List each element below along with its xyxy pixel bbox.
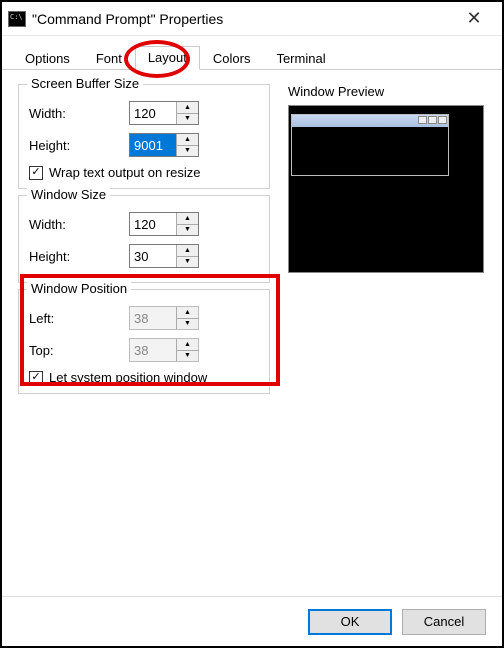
label-pos-left: Left: — [29, 311, 129, 326]
cancel-button[interactable]: Cancel — [402, 609, 486, 635]
spin-up-icon[interactable]: ▲ — [177, 245, 198, 257]
input-pos-top — [130, 339, 176, 361]
window-title: "Command Prompt" Properties — [32, 11, 454, 27]
dialog-buttons: OK Cancel — [2, 596, 502, 646]
spin-pos-left: ▲▼ — [129, 306, 199, 330]
spin-up-icon[interactable]: ▲ — [177, 134, 198, 146]
spin-pos-top: ▲▼ — [129, 338, 199, 362]
spin-down-icon[interactable]: ▼ — [177, 114, 198, 125]
checkbox-icon: ✓ — [29, 166, 43, 180]
spin-down-icon[interactable]: ▼ — [177, 257, 198, 268]
group-title-window-size: Window Size — [27, 187, 110, 202]
group-screen-buffer: Screen Buffer Size Width: ▲▼ Height: ▲▼ … — [18, 84, 270, 189]
spin-down-icon[interactable]: ▼ — [177, 225, 198, 236]
preview-box — [288, 105, 484, 273]
spin-up-icon[interactable]: ▲ — [177, 102, 198, 114]
input-window-width[interactable] — [130, 213, 176, 235]
preview-area: Window Preview — [288, 84, 486, 273]
checkbox-auto-position[interactable]: ✓ Let system position window — [29, 370, 259, 385]
ok-button[interactable]: OK — [308, 609, 392, 635]
label-preview: Window Preview — [288, 84, 486, 99]
tab-layout[interactable]: Layout — [135, 46, 200, 70]
tab-options[interactable]: Options — [12, 47, 83, 70]
spin-up-icon[interactable]: ▲ — [177, 213, 198, 225]
label-buffer-width: Width: — [29, 106, 129, 121]
label-pos-top: Top: — [29, 343, 129, 358]
input-pos-left — [130, 307, 176, 329]
label-auto-position: Let system position window — [49, 370, 207, 385]
group-window-size: Window Size Width: ▲▼ Height: ▲▼ — [18, 195, 270, 283]
spin-buffer-height[interactable]: ▲▼ — [129, 133, 199, 157]
input-buffer-width[interactable] — [130, 102, 176, 124]
spin-down-icon[interactable]: ▼ — [177, 146, 198, 157]
label-wrap-text: Wrap text output on resize — [49, 165, 201, 180]
tab-colors[interactable]: Colors — [200, 47, 264, 70]
titlebar: "Command Prompt" Properties ✕ — [2, 2, 502, 36]
tab-font[interactable]: Font — [83, 47, 135, 70]
checkbox-wrap-text[interactable]: ✓ Wrap text output on resize — [29, 165, 259, 180]
label-window-height: Height: — [29, 249, 129, 264]
spin-down-icon: ▼ — [177, 351, 198, 362]
input-window-height[interactable] — [130, 245, 176, 267]
tab-terminal[interactable]: Terminal — [263, 47, 338, 70]
group-title-screen-buffer: Screen Buffer Size — [27, 76, 143, 91]
spin-up-icon: ▲ — [177, 307, 198, 319]
label-window-width: Width: — [29, 217, 129, 232]
cmd-icon — [8, 11, 26, 27]
preview-window — [291, 114, 449, 176]
checkbox-icon: ✓ — [29, 371, 43, 385]
spin-up-icon: ▲ — [177, 339, 198, 351]
layout-panel: Screen Buffer Size Width: ▲▼ Height: ▲▼ … — [2, 70, 502, 590]
input-buffer-height[interactable] — [130, 134, 176, 156]
group-title-window-position: Window Position — [27, 281, 131, 296]
group-window-position: Window Position Left: ▲▼ Top: ▲▼ ✓ Let s… — [18, 289, 270, 394]
spin-down-icon: ▼ — [177, 319, 198, 330]
spin-window-width[interactable]: ▲▼ — [129, 212, 199, 236]
label-buffer-height: Height: — [29, 138, 129, 153]
close-button[interactable]: ✕ — [454, 8, 494, 29]
spin-buffer-width[interactable]: ▲▼ — [129, 101, 199, 125]
tab-strip: Options Font Layout Colors Terminal — [2, 36, 502, 70]
spin-window-height[interactable]: ▲▼ — [129, 244, 199, 268]
